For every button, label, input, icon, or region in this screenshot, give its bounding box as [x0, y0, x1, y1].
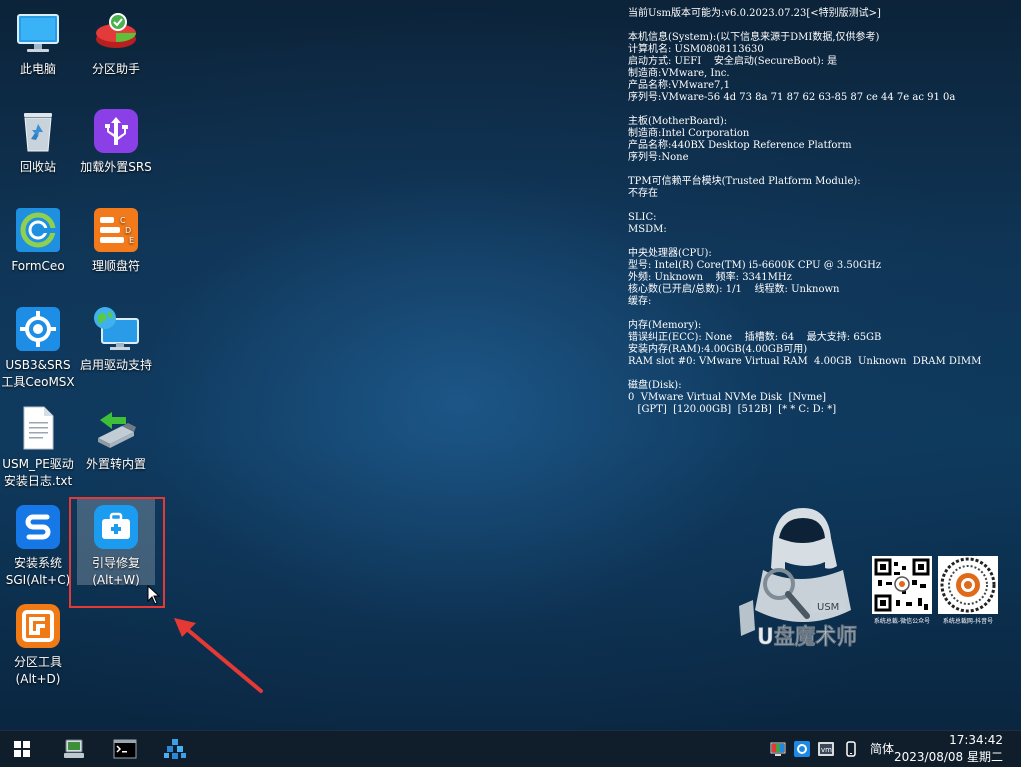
usb-drive-arrow-icon [92, 404, 140, 452]
windows-logo-icon [14, 741, 30, 757]
icon-label: 此电脑 [19, 62, 56, 76]
icon-label: 工具CeoMSX [1, 375, 75, 389]
network-cubes-icon [164, 739, 186, 759]
ime-indicator[interactable]: 简体 [870, 740, 894, 757]
monitor-icon [14, 9, 62, 57]
annotation-arrow-icon [170, 615, 270, 695]
globe-monitor-icon [92, 305, 140, 353]
taskbar-computer-button[interactable] [62, 737, 86, 761]
icon-label: SGI(Alt+C) [5, 573, 71, 587]
icon-label: 分区工具 [13, 655, 62, 669]
desktop: 此电脑 回收站 FormCeo USB3&SRS 工具CeoMSX USM_PE… [0, 0, 1021, 730]
qr-label: 系统总裁-微信公众号 [873, 618, 931, 625]
desktop-icon-formceo[interactable]: FormCeo [0, 200, 76, 292]
qr-code-douyin: 系统总裁网-抖音号 [938, 556, 998, 638]
desktop-icon-this-pc[interactable]: 此电脑 [0, 3, 76, 95]
icon-label: 理顺盘符 [91, 259, 140, 273]
taskbar-network-button[interactable] [163, 737, 187, 761]
formceo-icon [14, 206, 62, 254]
partition-assistant-icon [92, 9, 140, 57]
install-s-icon [14, 503, 62, 551]
icon-label: 外置转内置 [85, 457, 146, 471]
drive-letters-icon: C D E [92, 206, 140, 254]
desktop-icon-load-srs[interactable]: 加载外置SRS [78, 101, 154, 193]
svg-text:D: D [125, 226, 131, 235]
tray-device-icon[interactable] [843, 741, 859, 757]
icon-label: FormCeo [11, 259, 65, 273]
taskbar-clock[interactable]: 17:34:42 2023/08/08 星期二 [894, 732, 1003, 766]
qr-code-icon [872, 556, 932, 614]
desktop-icon-sort-drive-letters[interactable]: C D E 理顺盘符 [78, 200, 154, 292]
desktop-icon-usb3-srs[interactable]: USB3&SRS 工具CeoMSX [0, 299, 76, 391]
icon-label: (Alt+D) [15, 672, 61, 686]
desktop-icon-external-to-internal[interactable]: 外置转内置 [78, 398, 154, 490]
command-prompt-icon [113, 739, 137, 759]
icon-label: 安装日志.txt [3, 474, 73, 488]
clock-time: 17:34:42 [949, 733, 1003, 747]
qr-code-wechat: 系统总裁-微信公众号 [872, 556, 932, 638]
tray-display-icon[interactable] [770, 741, 786, 757]
computer-icon [64, 739, 84, 758]
desktop-icon-enable-driver[interactable]: 启用驱动支持 [78, 299, 154, 391]
svg-text:vm: vm [821, 746, 832, 754]
qr-label: 系统总裁网-抖音号 [942, 618, 994, 625]
icon-label: USB3&SRS [5, 358, 71, 372]
qr-code-icon [938, 556, 998, 614]
usm-logo: USM U盘魔术师 [733, 498, 858, 650]
icon-label: 回收站 [19, 160, 56, 174]
system-info-text: 当前Usm版本可能为:v6.0.2023.07.23[<特别版测试>] 本机信息… [628, 8, 982, 415]
desktop-icon-partition-tool[interactable]: 分区工具 (Alt+D) [0, 596, 76, 688]
tray-settings-icon[interactable] [794, 741, 810, 757]
recycle-bin-icon [14, 107, 62, 155]
logo-badge: USM [817, 602, 839, 613]
taskbar-cmd-button[interactable] [113, 737, 137, 761]
desktop-icon-driver-log[interactable]: USM_PE驱动 安装日志.txt [0, 398, 76, 490]
gear-icon [14, 305, 62, 353]
logo-brand-text: U盘魔术师 [757, 624, 857, 650]
tray-vmware-icon[interactable]: vm [818, 741, 834, 757]
desktop-icon-recycle-bin[interactable]: 回收站 [0, 101, 76, 193]
desktop-icon-install-system[interactable]: 安装系统 SGI(Alt+C) [0, 497, 76, 589]
icon-label: USM_PE驱动 [2, 457, 74, 471]
icon-label: 安装系统 [13, 556, 62, 570]
icon-label: 加载外置SRS [80, 160, 152, 174]
svg-text:C: C [120, 216, 126, 225]
partition-tool-icon [14, 602, 62, 650]
taskbar: vm 简体 17:34:42 2023/08/08 星期二 [0, 730, 1021, 767]
desktop-icon-partition-assistant[interactable]: 分区助手 [78, 3, 154, 95]
icon-label: 分区助手 [91, 62, 140, 76]
usb-icon [92, 107, 140, 155]
icon-label: 启用驱动支持 [79, 358, 152, 372]
text-file-icon [14, 404, 62, 452]
mouse-cursor-icon [147, 584, 161, 605]
clock-date: 2023/08/08 星期二 [894, 750, 1003, 764]
start-button[interactable] [10, 737, 34, 761]
svg-text:E: E [129, 236, 134, 245]
